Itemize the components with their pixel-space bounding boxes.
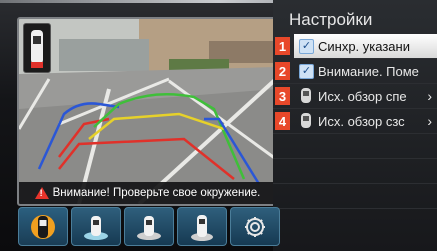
warning-icon (34, 187, 49, 199)
settings-button[interactable] (230, 207, 280, 246)
view-button-rear[interactable] (71, 207, 121, 246)
settings-list-empty-row (273, 134, 437, 159)
item-number-badge: 4 (275, 112, 290, 130)
setting-item-default-view-rear[interactable]: 4 Исх. обзор сзс › (273, 109, 437, 134)
chevron-right-icon: › (427, 113, 432, 129)
settings-list: 1 ✓ Синхр. указани 2 ✓ Внимание. Поме 3 … (273, 34, 437, 209)
settings-panel: Настройки 1 ✓ Синхр. указани 2 ✓ Внимани… (273, 0, 437, 251)
car-side-view-icon (137, 215, 161, 240)
camera-warning-bar: Внимание! Проверьте свое окружение. (19, 182, 276, 204)
chevron-right-icon: › (427, 88, 432, 104)
rear-camera-icon (301, 113, 311, 128)
rear-camera-icon (301, 88, 311, 103)
car-position-indicator (23, 23, 51, 73)
gear-icon (245, 216, 265, 237)
item-number-badge: 2 (275, 62, 290, 80)
setting-item-attention[interactable]: 2 ✓ Внимание. Поме (273, 59, 437, 84)
view-button-top[interactable] (18, 207, 68, 246)
setting-item-label: Синхр. указани (318, 38, 410, 54)
rear-camera-view: Внимание! Проверьте свое окружение. (17, 17, 278, 206)
car-top-rear-view-icon (191, 214, 213, 241)
car-rear-view-icon (84, 215, 108, 240)
settings-list-empty-row (273, 159, 437, 184)
camera-scene (19, 19, 276, 204)
guide-sync-checkbox[interactable]: ✓ (299, 39, 314, 54)
setting-item-guide-sync[interactable]: 1 ✓ Синхр. указани (275, 34, 437, 59)
item-number-badge: 1 (275, 37, 290, 55)
attention-checkbox[interactable]: ✓ (299, 64, 314, 79)
setting-item-label: Исх. обзор спе (318, 88, 407, 104)
settings-list-empty-row (273, 184, 437, 209)
camera-warning-text: Внимание! Проверьте свое окружение. (52, 187, 261, 199)
view-button-side[interactable] (124, 207, 174, 246)
setting-item-default-view-front[interactable]: 3 Исх. обзор спе › (273, 84, 437, 109)
setting-item-label: Исх. обзор сзс (318, 113, 405, 129)
building-left (59, 39, 149, 71)
car-top-view-icon (31, 214, 55, 239)
view-button-top-rear[interactable] (177, 207, 227, 246)
settings-title: Настройки (289, 10, 373, 29)
car-top-view-icon (31, 30, 43, 68)
setting-item-label: Внимание. Поме (318, 63, 419, 79)
item-number-badge: 3 (275, 87, 290, 105)
